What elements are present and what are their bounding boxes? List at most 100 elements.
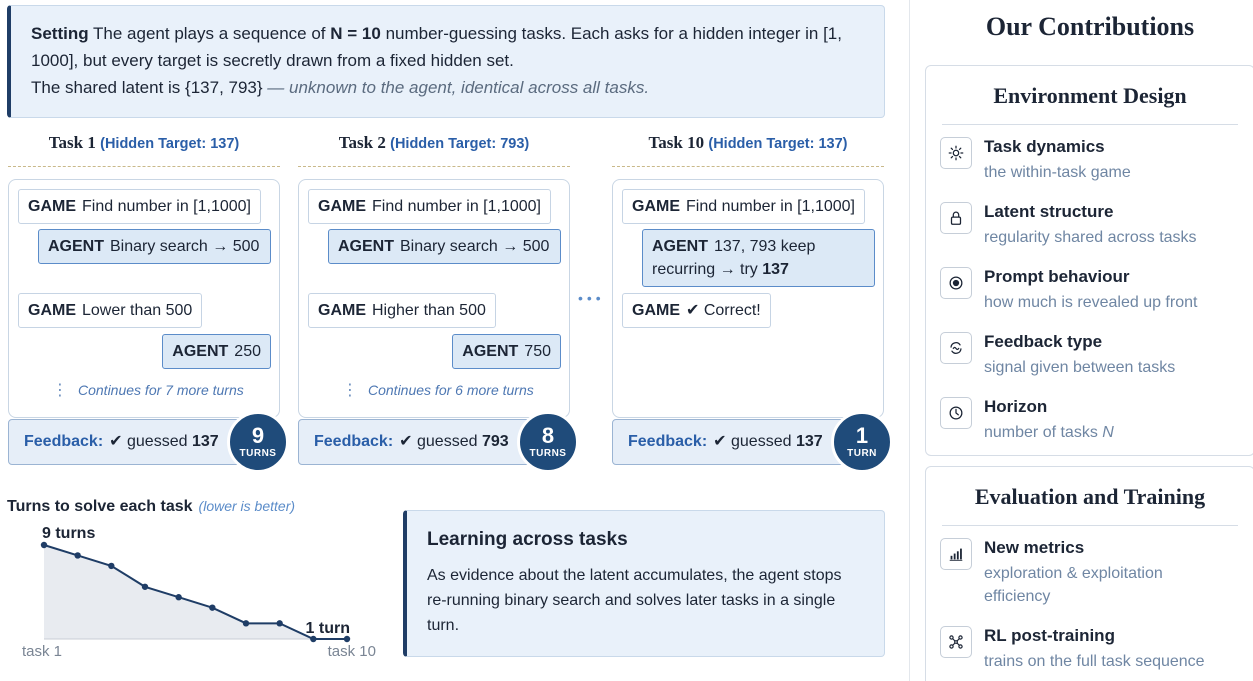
chart-point-2 [74,552,81,559]
agent-text: 250 [234,343,261,360]
setting-text-3: The shared latent is {137, 793} [31,78,263,97]
desc-text: number of tasks [984,424,1098,441]
vertical-ellipsis-icon: ⋮ [342,382,358,399]
turns-count: 8 [541,423,555,448]
contrib-item-desc: signal given between tasks [984,359,1176,376]
game-text: ✔ Correct! [686,302,761,319]
turns-chart: 9 turns 1 turn task 1 task 10 [22,525,376,660]
contrib-item-desc: regularity shared across tasks [984,229,1197,246]
task-2-panel: GAME Find number in [1,1000] AGENT Binary … [298,179,570,418]
feedback-text: ✔ guessed [713,433,792,450]
task-1-name: Task 1 [48,133,96,152]
turns-count: 1 [855,423,869,448]
learning-text: As evidence about the latent accumulates… [427,567,842,634]
task-2-divider [298,166,570,167]
game-tag: GAME [632,198,680,215]
chart-xtick-end: task 10 [328,643,376,660]
game-tag: GAME [28,302,76,319]
task-1-turns-badge: 9 TURNS [227,411,289,473]
wave-cycle-icon [940,332,972,364]
task-10-agent-msg-1: AGENT 137, 793 keep recurring → try 137 [642,229,875,287]
task-10-title: Task 10 (Hidden Target: 137) [612,133,884,153]
setting-n: N = 10 [330,24,381,43]
agent-tag: AGENT [338,238,394,255]
task-10-game-msg-2: GAME ✔ Correct! [622,293,771,328]
turns-unit: TURN [847,448,877,459]
chart-point-5 [175,594,182,601]
task-2-game-msg-2: GAME Higher than 500 [308,293,496,328]
game-text: Find number in [1,1000] [372,198,541,215]
task-2-game-msg-1: GAME Find number in [1,1000] [308,189,551,224]
game-text: Find number in [1,1000] [686,198,855,215]
game-tag: GAME [318,198,366,215]
contrib-item-desc: trains on the full task sequence [984,653,1205,670]
task-1-game-msg-1: GAME Find number in [1,1000] [18,189,261,224]
ellipsis-dots-icon: ••• [578,290,605,306]
chart-point-4 [141,583,149,590]
turns-unit: TURNS [239,448,277,459]
task-1-divider [8,166,280,167]
game-text: Higher than 500 [372,302,486,319]
agent-text: Binary search → 500 [110,238,260,255]
contrib-item-title: Task dynamics [984,137,1105,156]
chart-annotation-start: 9 turns [42,525,95,542]
vertical-ellipsis-icon: ⋮ [52,382,68,399]
evaluation-training-card: Evaluation and Training New metrics expl… [925,466,1253,681]
chart-point-8 [276,620,283,627]
task-2-hidden-target: (Hidden Target: 793) [390,136,530,152]
column-separator [909,0,910,681]
bar-chart-icon [940,538,972,570]
game-tag: GAME [28,198,76,215]
contrib-item-desc: exploration & exploitation efficiency [984,565,1163,605]
feedback-label: Feedback: [314,433,394,450]
task-10-hidden-target: (Hidden Target: 137) [708,136,848,152]
contrib-item-title: New metrics [984,538,1085,557]
task-1-game-msg-2: GAME Lower than 500 [18,293,203,328]
chart-point-7 [242,620,250,627]
environment-design-title: Environment Design [993,83,1187,108]
task-1-continues-note: ⋮ Continues for 7 more turns [52,380,244,400]
feedback-number: 137 [795,433,823,450]
learning-box: Learning across tasks As evidence about … [403,510,885,657]
game-text: Find number in [1,1000] [82,198,251,215]
task-2-continues-note: ⋮ Continues for 6 more turns [342,380,534,400]
agent-tag: AGENT [462,343,519,360]
continues-text: Continues for 7 more turns [78,382,244,398]
contrib-item-desc: number of tasks N [984,421,1244,444]
task-10-turns-badge: 1 TURN [831,411,893,473]
setting-text-3-em: — unknown to the agent, identical across… [267,78,650,97]
card-divider [942,124,1238,125]
feedback-text: ✔ guessed [109,433,188,450]
contrib-item-desc: the within-task game [984,164,1131,181]
desc-variable: N [1102,424,1114,441]
agent-guess: 137 [762,261,789,278]
chart-title-text: Turns to solve each task [7,498,193,515]
chart-point-3 [108,562,115,570]
agent-tag: AGENT [172,343,229,360]
setting-label: Setting [31,24,89,43]
feedback-text: ✔ guessed [399,433,478,450]
feedback-label: Feedback: [24,433,104,450]
contrib-item-title: Horizon [984,397,1048,416]
feedback-label: Feedback: [628,433,708,450]
task-1-panel: GAME Find number in [1,1000] AGENT Binary … [8,179,280,418]
task-2-agent-msg-1: AGENT Binary search → 500 [328,229,561,264]
task-10-game-msg-1: GAME Find number in [1,1000] [622,189,865,224]
game-tag: GAME [318,302,366,319]
feedback-number: 137 [191,433,219,450]
task-10-name: Task 10 [648,133,705,152]
game-tag: GAME [632,302,680,319]
evaluation-training-title: Evaluation and Training [974,484,1206,509]
clock-icon [940,397,972,429]
continues-text: Continues for 6 more turns [368,382,534,398]
task-1-title: Task 1 (Hidden Target: 137) [8,133,280,153]
task-2-name: Task 2 [338,133,386,152]
task-10-divider [612,166,884,167]
contrib-item-title: Prompt behaviour [984,267,1130,286]
contrib-item-title: Latent structure [984,202,1114,221]
agent-text: 750 [524,343,551,360]
task-10-panel: GAME Find number in [1,1000] AGENT 137, 79… [612,179,884,418]
chart-title: Turns to solve each task (lower is better… [7,498,295,516]
contrib-item-desc: how much is revealed up front [984,294,1198,311]
chart-annotation-end: 1 turn [306,620,350,637]
